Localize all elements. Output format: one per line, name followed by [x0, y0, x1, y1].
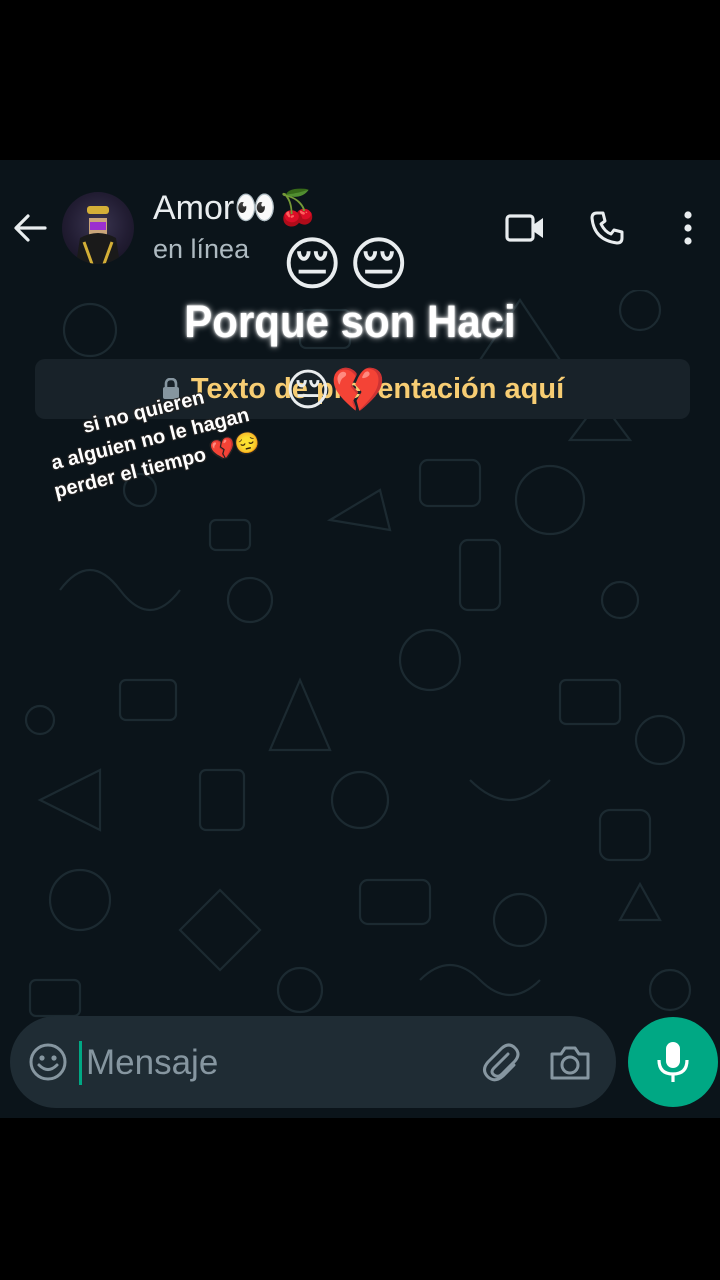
chat-screen: Amor👀🍒 en línea 😔😔 Porque son Haci Texto…: [0, 160, 720, 1118]
notice-emojis: 😔💔: [285, 365, 386, 416]
overlay-caption: Porque son Haci: [184, 296, 516, 347]
camera-icon[interactable]: [548, 1040, 592, 1084]
phone-icon[interactable]: [584, 206, 630, 250]
overlay-emojis: 😔😔: [282, 230, 415, 298]
contact-status: en línea: [153, 234, 250, 264]
mic-icon[interactable]: [628, 1017, 718, 1107]
message-input[interactable]: [84, 1036, 468, 1090]
attach-icon[interactable]: [478, 1040, 522, 1084]
text-cursor: [79, 1041, 82, 1085]
contact-name[interactable]: Amor👀🍒: [153, 188, 319, 228]
video-call-icon[interactable]: [502, 208, 548, 248]
back-arrow-icon[interactable]: [10, 208, 50, 248]
avatar[interactable]: [62, 192, 134, 264]
emoji-icon[interactable]: [28, 1042, 68, 1082]
message-composer: [10, 1016, 616, 1108]
more-vert-icon[interactable]: [674, 206, 702, 250]
